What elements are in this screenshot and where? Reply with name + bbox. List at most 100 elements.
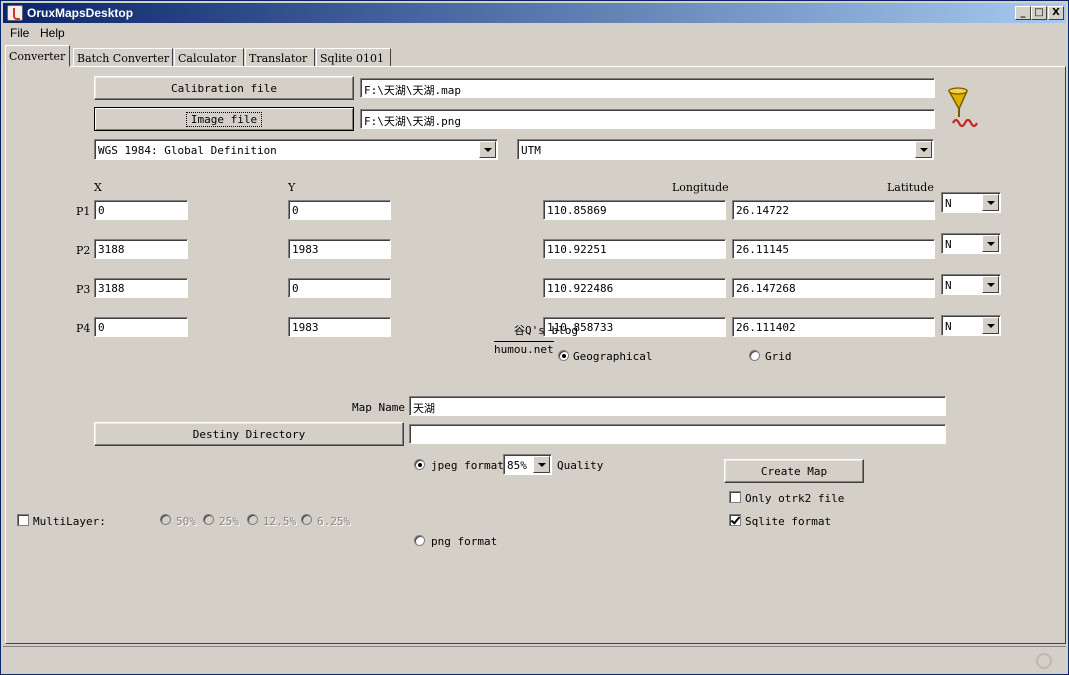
- sqlite-format-checkbox[interactable]: [729, 514, 741, 526]
- tab-calculator[interactable]: Calculator: [174, 48, 244, 67]
- hemisphere-value: N: [945, 320, 952, 333]
- layer-6-25-radio[interactable]: [301, 514, 312, 525]
- calibration-file-label: Calibration file: [171, 82, 277, 95]
- tab-sqlite[interactable]: Sqlite 0101: [316, 48, 391, 67]
- p3-longitude-field[interactable]: 110.922486: [543, 278, 726, 298]
- java-app-icon: [7, 5, 23, 21]
- image-file-label: Image file: [185, 112, 263, 127]
- jpeg-format-label: jpeg format: [431, 459, 504, 472]
- hemisphere-value: N: [945, 279, 952, 292]
- p4-latitude-field[interactable]: 26.111402: [732, 317, 935, 337]
- create-map-label: Create Map: [760, 465, 828, 478]
- projection-value: UTM: [521, 144, 541, 157]
- only-otrk2-label: Only otrk2 file: [745, 492, 845, 505]
- calibration-file-field[interactable]: F:\天湖\天湖.map: [360, 78, 935, 98]
- layer-25-label: 25%: [219, 515, 239, 528]
- p1-longitude-field[interactable]: 110.85869: [543, 200, 726, 220]
- p4-hemisphere-select[interactable]: N: [941, 315, 1001, 336]
- p4-y-field[interactable]: 1983: [288, 317, 391, 337]
- dropdown-arrow-icon[interactable]: [479, 141, 496, 158]
- p2-latitude-field[interactable]: 26.11145: [732, 239, 935, 259]
- grid-label: Grid: [765, 350, 792, 363]
- hemisphere-value: N: [945, 197, 952, 210]
- sqlite-format-label: Sqlite format: [745, 515, 832, 528]
- layer-25-radio[interactable]: [203, 514, 214, 525]
- p4-x-field[interactable]: 0: [94, 317, 188, 337]
- tab-converter[interactable]: Converter: [5, 45, 70, 67]
- jpeg-format-radio[interactable]: [414, 459, 425, 470]
- quality-label: Quality: [557, 459, 604, 472]
- p3-hemisphere-select[interactable]: N: [941, 274, 1001, 295]
- create-map-button[interactable]: Create Map: [724, 459, 864, 483]
- dropdown-arrow-icon[interactable]: [533, 456, 550, 473]
- p3-latitude-field[interactable]: 26.147268: [732, 278, 935, 298]
- p1-y-field[interactable]: 0: [288, 200, 391, 220]
- p3-x-field[interactable]: 3188: [94, 278, 188, 298]
- dropdown-arrow-icon[interactable]: [982, 317, 999, 334]
- close-button[interactable]: X: [1048, 6, 1064, 20]
- status-bar: [3, 646, 1066, 673]
- dropdown-arrow-icon[interactable]: [915, 141, 932, 158]
- layer-12-5-label: 12.5%: [263, 515, 297, 528]
- minimize-button[interactable]: _: [1015, 6, 1031, 20]
- latitude-column-header: Latitude: [887, 181, 934, 194]
- tab-batch-converter[interactable]: Batch Converter: [73, 48, 173, 67]
- longitude-column-header: Longitude: [672, 181, 729, 194]
- menu-file[interactable]: File: [10, 26, 29, 40]
- dropdown-arrow-icon[interactable]: [982, 276, 999, 293]
- grid-radio[interactable]: [749, 350, 760, 361]
- app-window: OruxMapsDesktop _ □ X File Help Converte…: [0, 0, 1069, 675]
- layer-12-5-radio[interactable]: [247, 514, 258, 525]
- projection-select[interactable]: UTM: [517, 139, 934, 160]
- quality-value: 85%: [507, 459, 527, 472]
- multilayer-label: MultiLayer:: [33, 515, 106, 528]
- map-name-label: Map Name: [352, 401, 405, 414]
- p2-x-field[interactable]: 3188: [94, 239, 188, 259]
- menu-bar: File Help: [3, 24, 1066, 43]
- map-name-field[interactable]: 天湖: [409, 396, 946, 416]
- x-column-header: X: [94, 181, 102, 194]
- p2-y-field[interactable]: 1983: [288, 239, 391, 259]
- p2-longitude-field[interactable]: 110.92251: [543, 239, 726, 259]
- datum-value: WGS 1984: Global Definition: [98, 144, 277, 157]
- p1-hemisphere-select[interactable]: N: [941, 192, 1001, 213]
- layer-50-label: 50%: [176, 515, 196, 528]
- destiny-directory-field[interactable]: [409, 424, 946, 444]
- p2-hemisphere-select[interactable]: N: [941, 233, 1001, 254]
- point-label: P2: [76, 244, 91, 257]
- y-column-header: Y: [288, 181, 296, 194]
- png-format-radio[interactable]: [414, 535, 425, 546]
- dropdown-arrow-icon[interactable]: [982, 235, 999, 252]
- maximize-button[interactable]: □: [1031, 6, 1047, 20]
- p3-y-field[interactable]: 0: [288, 278, 391, 298]
- only-otrk2-checkbox[interactable]: [729, 491, 741, 503]
- geographical-label: Geographical: [573, 350, 653, 363]
- png-format-label: png format: [431, 535, 498, 548]
- calibration-file-button[interactable]: Calibration file: [94, 76, 354, 100]
- dropdown-arrow-icon[interactable]: [982, 194, 999, 211]
- p1-latitude-field[interactable]: 26.14722: [732, 200, 935, 220]
- quality-select[interactable]: 85%: [503, 454, 552, 475]
- hemisphere-value: N: [945, 238, 952, 251]
- watermark-site: humou.net: [494, 341, 554, 356]
- destiny-directory-label: Destiny Directory: [192, 428, 306, 441]
- window-title: OruxMapsDesktop: [27, 6, 134, 20]
- geographical-radio[interactable]: [558, 350, 569, 361]
- menu-help[interactable]: Help: [40, 26, 65, 40]
- watermark-blog: 谷Q's blog: [514, 324, 578, 337]
- tab-translator[interactable]: Translator: [245, 48, 315, 67]
- destiny-directory-button[interactable]: Destiny Directory: [94, 422, 404, 446]
- p1-x-field[interactable]: 0: [94, 200, 188, 220]
- point-label: P4: [76, 322, 91, 335]
- point-label: P3: [76, 283, 91, 296]
- layer-6-25-label: 6.25%: [317, 515, 351, 528]
- oruxmaps-logo-icon: [947, 87, 978, 128]
- image-file-button[interactable]: Image file: [94, 107, 354, 131]
- busy-indicator-icon: [1036, 653, 1052, 669]
- multilayer-checkbox[interactable]: [17, 514, 29, 526]
- image-file-field[interactable]: F:\天湖\天湖.png: [360, 109, 935, 129]
- tab-strip: Converter Batch Converter Calculator Tra…: [5, 45, 1065, 67]
- title-bar[interactable]: OruxMapsDesktop _ □ X: [3, 3, 1066, 23]
- layer-50-radio[interactable]: [160, 514, 171, 525]
- datum-select[interactable]: WGS 1984: Global Definition: [94, 139, 498, 160]
